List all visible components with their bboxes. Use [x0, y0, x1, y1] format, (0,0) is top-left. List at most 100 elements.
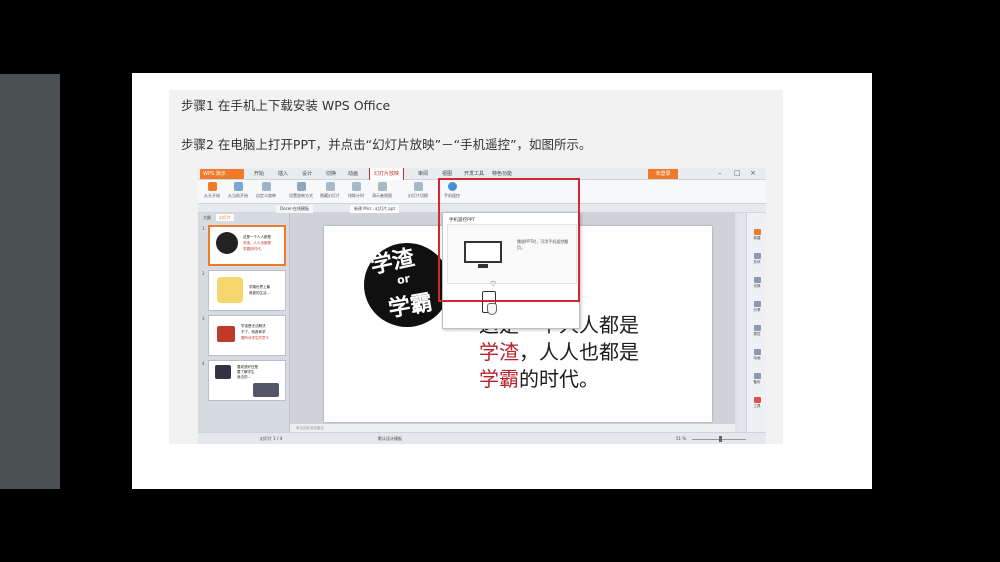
close-icon[interactable]: × — [750, 169, 756, 177]
menu-tab-transition[interactable]: 切换 — [326, 170, 336, 177]
right-toolbar: 新建 形状 切换 分享 属性 动画 备份 工具 — [746, 213, 766, 432]
zoom-slider-handle[interactable] — [719, 436, 722, 442]
menu-tab-animation[interactable]: 动画 — [348, 170, 358, 177]
slide-transition-button[interactable]: 幻灯片切换 — [406, 182, 430, 199]
timer-icon — [351, 182, 361, 191]
right-tool-new[interactable]: 新建 — [749, 229, 765, 241]
hand-icon — [487, 303, 497, 315]
menu-tab-insert[interactable]: 插入 — [278, 170, 288, 177]
maximize-icon[interactable]: □ — [734, 169, 741, 177]
presenter-icon — [377, 182, 387, 191]
slide-line-text: 的时代。 — [519, 367, 599, 391]
transition-icon — [413, 182, 423, 191]
menu-tab-view[interactable]: 视图 — [442, 170, 452, 177]
thumb-image — [217, 277, 243, 303]
status-bar: 幻灯片 1 / 4 默认设计模板 51 % — [198, 432, 766, 444]
thumb-image — [215, 365, 231, 379]
rehearse-timing-button[interactable]: 排练计时 — [344, 182, 368, 199]
slide-thumbnail-1[interactable]: 这是一个人人都是 学渣，人人也都是 学霸的时代。 — [208, 225, 286, 266]
menu-tab-developer[interactable]: 开发工具 — [464, 170, 484, 177]
menu-tab-slideshow[interactable]: 幻灯片放映 — [368, 168, 405, 181]
right-tool-shape[interactable]: 形状 — [749, 253, 765, 265]
popup-title: 手机遥控PPT — [449, 218, 476, 223]
slide-thumbnail-3[interactable]: 学渣是无法解决 不了，而各种学 霸所对学生的意义 — [208, 315, 286, 356]
slide-panel: 大纲 幻灯片 1 这是一个人人都是 学渣，人人也都是 学霸的时代。 2 学霸世界… — [198, 213, 290, 432]
play-current-icon — [233, 182, 243, 191]
monitor-stand — [478, 264, 488, 268]
right-tool-backup[interactable]: 备份 — [749, 373, 765, 385]
phone-remote-icon — [447, 182, 457, 191]
slide-thumbnail-2[interactable]: 学霸世界上最 难被的生活... — [208, 270, 286, 311]
panel-tabs: 大纲 幻灯片 — [198, 213, 290, 222]
popup-illustration: 播放PPT时，可用手机遥控翻页。 — [447, 224, 577, 284]
custom-show-button[interactable]: 自定义放映 — [254, 182, 278, 199]
slide-line-3: 学霸的时代。 — [479, 363, 599, 392]
thumb-text: 这是一个人人都是 — [243, 235, 271, 239]
document-content: 步骤1 在手机上下载安装 WPS Office 步骤2 在电脑上打开PPT，并点… — [169, 90, 783, 444]
wps-app-button[interactable]: WPS 演示 — [200, 169, 244, 179]
thumb-number: 4 — [202, 361, 205, 366]
right-tool-switch[interactable]: 切换 — [749, 277, 765, 289]
menu-tab-features[interactable]: 特色功能 — [492, 170, 512, 177]
doc-tab-current[interactable]: 新建 Micr...幻灯片.ppt — [350, 205, 400, 213]
notes-pane[interactable]: 单击此处添加备注 — [290, 424, 735, 432]
tab-outline[interactable]: 大纲 — [200, 214, 214, 221]
thumb-text: 身边的... — [237, 375, 251, 379]
from-start-button[interactable]: 从头开始 — [200, 182, 224, 199]
phone-remote-button[interactable]: 手机遥控 — [440, 182, 464, 199]
thumb-text: 学霸世界上最 — [249, 285, 270, 289]
thumb-image — [253, 383, 279, 397]
right-tool-share[interactable]: 分享 — [749, 301, 765, 313]
thumb-number: 1 — [202, 226, 205, 231]
properties-icon — [753, 325, 761, 331]
left-gray-panel — [0, 74, 60, 489]
setup-show-icon — [296, 182, 306, 191]
tools-icon — [753, 397, 761, 403]
tab-slides[interactable]: 幻灯片 — [216, 214, 234, 221]
minimize-icon[interactable]: – — [718, 169, 722, 177]
thumb-number: 3 — [202, 316, 205, 321]
setup-show-button[interactable]: 设置放映方式 — [286, 182, 316, 199]
signal-icon: ⌔ — [489, 280, 498, 290]
right-tool-properties[interactable]: 属性 — [749, 325, 765, 337]
slide-line-2: 学渣，人人也都是 — [479, 336, 639, 365]
thumb-text: 不了，而各种学 — [241, 330, 266, 334]
thumb-text: 霸所对学生的意义 — [241, 336, 269, 340]
slide-red-word: 学渣 — [479, 340, 519, 364]
from-current-button[interactable]: 从当前开始 — [226, 182, 250, 199]
step-1-text: 步骤1 在手机上下载安装 WPS Office — [181, 98, 391, 113]
login-button[interactable]: 未登录 — [648, 169, 678, 179]
menu-tab-home[interactable]: 开始 — [254, 170, 264, 177]
presenter-view-button[interactable]: 演示者视图 — [370, 182, 394, 199]
slide-line-text: ，人人也都是 — [519, 340, 639, 364]
menu-tab-design[interactable]: 设计 — [302, 170, 312, 177]
thumb-logo — [216, 232, 238, 254]
popup-description: 播放PPT时，可用手机遥控翻页。 — [517, 239, 569, 250]
zoom-level: 51 % — [676, 436, 687, 441]
doc-tab-docer[interactable]: Docer-在线模板 — [276, 205, 314, 213]
thumb-text: 学霸的时代。 — [243, 247, 264, 251]
step-2-text: 步骤2 在电脑上打开PPT，并点击“幻灯片放映”－“手机遥控”，如图所示。 — [181, 137, 592, 152]
new-icon — [753, 229, 761, 235]
thumb-image — [217, 326, 235, 342]
play-icon — [207, 182, 217, 191]
wps-screenshot: WPS 演示 开始 插入 设计 切换 动画 幻灯片放映 审阅 视图 开发工具 特… — [198, 168, 766, 444]
slide-red-word: 学霸 — [479, 367, 519, 391]
phone-remote-popup: 手机遥控PPT 播放PPT时，可用手机遥控翻页。 ⌔ — [442, 212, 580, 329]
thumb-text: 学渣是无法解决 — [241, 324, 266, 328]
menu-tab-review[interactable]: 审阅 — [418, 170, 428, 177]
document-card: 步骤1 在手机上下载安装 WPS Office 步骤2 在电脑上打开PPT，并点… — [132, 73, 872, 489]
hide-slide-button[interactable]: 隐藏幻灯片 — [318, 182, 342, 199]
right-tool-animation[interactable]: 动画 — [749, 349, 765, 361]
vertical-scrollbar[interactable] — [737, 213, 745, 432]
menu-bar: WPS 演示 开始 插入 设计 切换 动画 幻灯片放映 审阅 视图 开发工具 特… — [198, 168, 766, 181]
monitor-icon — [464, 241, 502, 263]
slide-counter: 幻灯片 1 / 4 — [260, 436, 283, 441]
right-tool-tools[interactable]: 工具 — [749, 397, 765, 409]
backup-icon — [753, 373, 761, 379]
thumb-text: 难被的生活... — [249, 291, 270, 295]
hide-slide-icon — [325, 182, 335, 191]
ribbon: 从头开始 从当前开始 自定义放映 设置放映方式 隐藏幻灯片 排练计时 演示者视图… — [198, 180, 766, 204]
custom-show-icon — [261, 182, 271, 191]
slide-thumbnail-4[interactable]: 要成绩好还是 要了解学生 身边的... — [208, 360, 286, 401]
